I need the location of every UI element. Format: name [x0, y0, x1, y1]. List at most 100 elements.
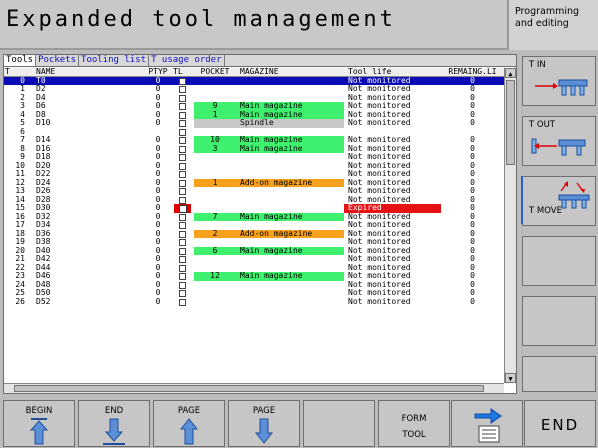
- tool-locked-checkbox[interactable]: [179, 256, 186, 263]
- end-of-table-button[interactable]: END: [78, 400, 150, 447]
- tool-locked-checkbox[interactable]: [179, 179, 186, 187]
- tool-locked-checkbox[interactable]: [179, 77, 186, 85]
- tool-locked-checkbox[interactable]: [179, 137, 186, 144]
- col-header-name[interactable]: NAME: [36, 68, 138, 76]
- tool-locked-checkbox[interactable]: [179, 247, 186, 255]
- table-row[interactable]: 3 D6 0 9 Main magazine Not monitored 0: [4, 102, 504, 111]
- vertical-scroll-thumb[interactable]: [506, 80, 515, 165]
- table-row[interactable]: 7 D14 0 10 Main magazine Not monitored 0: [4, 136, 504, 145]
- tool-locked-checkbox[interactable]: [174, 204, 191, 213]
- table-row[interactable]: 4 D8 0 1 Main magazine Not monitored 0: [4, 110, 504, 119]
- tool-locked-checkbox[interactable]: [179, 239, 186, 246]
- col-header-tool-life[interactable]: Tool life: [344, 68, 441, 76]
- table-row[interactable]: 21 D42 0 Not monitored 0: [4, 255, 504, 264]
- col-header-ptyp[interactable]: PTYP: [143, 68, 173, 76]
- vertical-softkey-bar: T IN T OUT T MOVE: [519, 54, 598, 394]
- cell-remaining-life: 0: [470, 119, 475, 127]
- table-row[interactable]: 13 D26 0 Not monitored 0: [4, 187, 504, 196]
- col-header-magazine[interactable]: MAGAZINE: [236, 68, 344, 76]
- table-row[interactable]: 14 D28 0 Not monitored 0: [4, 196, 504, 205]
- vertical-scrollbar[interactable]: ▲ ▼: [504, 68, 516, 383]
- cell-pocket: 1: [194, 110, 236, 119]
- end-main-button[interactable]: END: [524, 400, 596, 447]
- tool-locked-checkbox[interactable]: [179, 154, 186, 161]
- tool-locked-checkbox[interactable]: [179, 86, 186, 93]
- form-view-button[interactable]: [451, 400, 523, 447]
- cell-tool-name: D28: [36, 195, 51, 204]
- table-row[interactable]: 2 D4 0 Not monitored 0: [4, 94, 504, 103]
- form-tool-button[interactable]: FORM TOOL: [378, 400, 450, 447]
- tool-locked-checkbox[interactable]: [179, 222, 186, 229]
- table-row[interactable]: 23 D46 0 12 Main magazine Not monitored 0: [4, 272, 504, 281]
- tool-locked-checkbox[interactable]: [179, 94, 186, 102]
- col-header-t[interactable]: T: [5, 68, 25, 76]
- t-move-button[interactable]: T MOVE: [522, 176, 596, 226]
- cell-pocket: [194, 238, 236, 247]
- table-row[interactable]: 0 T0 0 Not monitored 0: [4, 76, 504, 85]
- cell-magazine: Main magazine: [236, 246, 344, 255]
- page-up-button[interactable]: PAGE: [153, 400, 225, 447]
- cell-tool-life: Not monitored: [348, 212, 411, 221]
- tool-locked-checkbox[interactable]: [179, 162, 186, 170]
- page-down-button[interactable]: PAGE: [228, 400, 300, 447]
- tool-locked-checkbox[interactable]: [179, 171, 186, 178]
- col-header-tl[interactable]: TL: [173, 68, 192, 76]
- cell-tool-number: 8: [20, 144, 25, 153]
- table-row[interactable]: 16 D32 0 7 Main magazine Not monitored 0: [4, 212, 504, 221]
- tool-locked-checkbox[interactable]: [179, 196, 186, 204]
- table-row[interactable]: 20 D40 0 6 Main magazine Not monitored 0: [4, 246, 504, 255]
- table-row[interactable]: 6: [4, 128, 504, 137]
- scroll-up-arrow-icon[interactable]: ▲: [505, 68, 516, 78]
- tab-tooling-list[interactable]: Tooling list: [79, 55, 150, 66]
- table-row[interactable]: 10 D20 0 Not monitored 0: [4, 162, 504, 171]
- tool-locked-checkbox[interactable]: [179, 230, 186, 238]
- cell-pocket: [194, 204, 236, 213]
- t-out-button[interactable]: T OUT: [522, 116, 596, 166]
- col-header-pocket[interactable]: POCKET: [194, 68, 236, 76]
- table-row[interactable]: 11 D22 0 Not monitored 0: [4, 170, 504, 179]
- table-row[interactable]: 22 D44 0 Not monitored 0: [4, 264, 504, 273]
- table-row[interactable]: 17 D34 0 Not monitored 0: [4, 221, 504, 230]
- tab-pockets[interactable]: Pockets: [36, 55, 80, 66]
- table-row[interactable]: 8 D16 0 3 Main magazine Not monitored 0: [4, 144, 504, 153]
- cell-tool-locked: [173, 221, 192, 230]
- t-in-button[interactable]: T IN: [522, 56, 596, 106]
- tool-locked-checkbox[interactable]: [179, 264, 186, 272]
- table-row[interactable]: 12 D24 0 1 Add-on magazine Not monitored 0: [4, 178, 504, 187]
- scroll-down-arrow-icon[interactable]: ▼: [505, 373, 516, 383]
- tool-locked-checkbox[interactable]: [179, 213, 186, 221]
- empty-softkey-5[interactable]: [522, 296, 596, 346]
- horizontal-scrollbar[interactable]: [4, 383, 504, 393]
- table-row[interactable]: 25 D50 0 Not monitored 0: [4, 289, 504, 298]
- cell-tool-number: 18: [15, 229, 25, 238]
- tool-locked-checkbox[interactable]: [179, 281, 186, 289]
- tool-locked-checkbox[interactable]: [179, 145, 186, 153]
- tool-locked-checkbox[interactable]: [179, 103, 186, 110]
- tab-tools[interactable]: Tools: [4, 55, 37, 66]
- empty-softkey-bottom-5[interactable]: [303, 400, 375, 447]
- table-row[interactable]: 15 D30 0 Expired 0: [4, 204, 504, 213]
- table-row[interactable]: 24 D48 0 Not monitored 0: [4, 281, 504, 290]
- table-row[interactable]: 9 D18 0 Not monitored 0: [4, 153, 504, 162]
- begin-button[interactable]: BEGIN: [3, 400, 75, 447]
- tool-locked-checkbox[interactable]: [179, 298, 186, 306]
- tool-locked-checkbox[interactable]: [179, 188, 186, 195]
- tab-bar: Tools Pockets Tooling list T usage order: [4, 55, 516, 67]
- empty-softkey-4[interactable]: [522, 236, 596, 286]
- cell-tool-number: 20: [15, 246, 25, 255]
- horizontal-scroll-thumb[interactable]: [14, 385, 484, 392]
- tool-locked-checkbox[interactable]: [179, 128, 186, 136]
- empty-softkey-6[interactable]: [522, 356, 596, 392]
- tool-locked-checkbox[interactable]: [179, 111, 186, 119]
- table-row[interactable]: 19 D38 0 Not monitored 0: [4, 238, 504, 247]
- table-row[interactable]: 26 D52 0 Not monitored 0: [4, 298, 504, 307]
- table-row[interactable]: 5 D10 0 Spindle Not monitored 0: [4, 119, 504, 128]
- tab-t-usage-order[interactable]: T usage order: [149, 55, 225, 66]
- table-row[interactable]: 18 D36 0 2 Add-on magazine Not monitored 0: [4, 229, 504, 238]
- table-row[interactable]: 1 D2 0 Not monitored 0: [4, 85, 504, 94]
- tool-locked-checkbox[interactable]: [179, 290, 186, 297]
- tool-locked-checkbox[interactable]: [179, 273, 186, 280]
- col-header-remaining-life[interactable]: REMAING.LI: [441, 68, 504, 76]
- cell-pocket: 10: [194, 136, 236, 145]
- tool-locked-checkbox[interactable]: [179, 120, 186, 127]
